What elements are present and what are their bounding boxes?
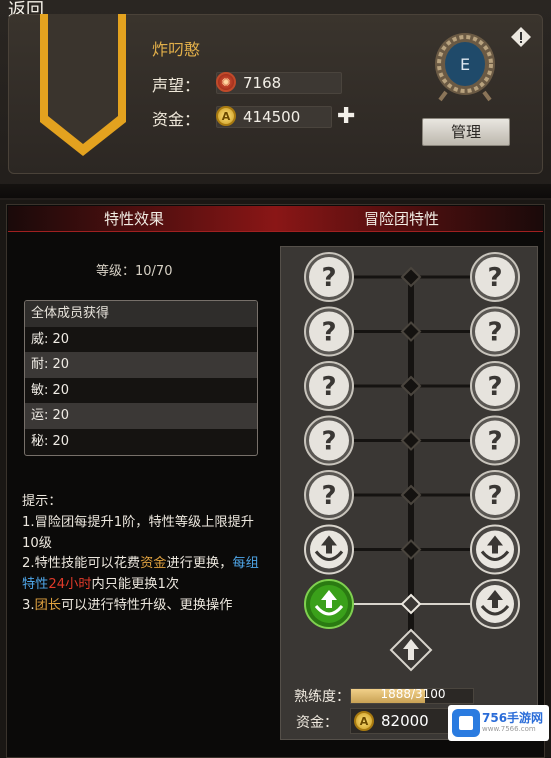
manage-button[interactable]: 管理 bbox=[422, 118, 510, 146]
bonus-row: 耐: 20 bbox=[25, 352, 257, 378]
add-funds-button[interactable]: ✚ bbox=[337, 104, 355, 129]
watermark-url: www.7566.com bbox=[482, 725, 536, 733]
tab-trait-effects: 特性效果 bbox=[104, 210, 165, 228]
proficiency-bar: 1888/3100 bbox=[350, 687, 474, 704]
bonus-row: 敏: 20 bbox=[31, 382, 70, 398]
tree-junction-icon bbox=[400, 430, 422, 451]
tips-text: 提示： 1.冒险团每提升1阶，特性等级上限提升10级 2.特性技能可以花费资金进… bbox=[22, 492, 262, 617]
svg-text:?: ? bbox=[321, 318, 336, 348]
gold-coin-icon: A bbox=[216, 106, 236, 126]
locked-trait-icon[interactable]: ? bbox=[470, 470, 520, 520]
bonus-row: 威: 20 bbox=[31, 331, 70, 347]
tree-funds-label: 资金： bbox=[296, 715, 338, 731]
upgrade-trait-icon[interactable] bbox=[470, 579, 520, 629]
bonus-list-header: 全体成员获得 bbox=[25, 301, 257, 327]
tree-junction-icon bbox=[400, 321, 422, 342]
locked-trait-icon[interactable]: ? bbox=[470, 415, 520, 466]
proficiency-label: 熟练度： bbox=[294, 689, 350, 705]
tree-junction-icon bbox=[400, 266, 422, 288]
upgrade-trait-icon[interactable] bbox=[304, 579, 354, 629]
svg-text:?: ? bbox=[487, 318, 502, 348]
locked-trait-icon[interactable]: ? bbox=[304, 306, 354, 357]
header-bar bbox=[8, 206, 543, 232]
svg-text:?: ? bbox=[487, 427, 502, 457]
tree-junction-icon bbox=[400, 375, 422, 397]
guild-banner-icon bbox=[40, 14, 126, 156]
svg-text:?: ? bbox=[487, 481, 502, 511]
guild-emblem-icon[interactable]: E bbox=[432, 30, 498, 102]
locked-trait-icon[interactable]: ? bbox=[304, 415, 354, 466]
reputation-icon: ✺ bbox=[216, 72, 236, 92]
locked-trait-icon[interactable]: ? bbox=[304, 470, 354, 520]
locked-trait-icon[interactable]: ? bbox=[304, 361, 354, 411]
reputation-label: 声望： bbox=[152, 76, 201, 95]
watermark-logo: 756手游网 www.7566.com bbox=[448, 705, 549, 741]
tree-junction-icon bbox=[400, 484, 422, 506]
upgrade-trait-icon[interactable] bbox=[304, 524, 354, 575]
tree-junction-icon bbox=[400, 593, 422, 615]
tips-title: 提示： bbox=[22, 494, 62, 509]
svg-text:?: ? bbox=[321, 372, 336, 402]
funds-label: 资金： bbox=[152, 110, 201, 129]
emblem-letter: E bbox=[460, 55, 470, 74]
bonus-row: 秘: 20 bbox=[31, 433, 70, 449]
svg-text:?: ? bbox=[321, 481, 336, 511]
tree-junction-icon bbox=[400, 539, 422, 560]
section-divider bbox=[0, 184, 551, 198]
watermark-icon bbox=[452, 709, 480, 737]
locked-trait-icon[interactable]: ? bbox=[470, 252, 520, 302]
gold-coin-icon: A bbox=[354, 711, 374, 731]
svg-text:?: ? bbox=[321, 263, 336, 293]
svg-text:?: ? bbox=[487, 263, 502, 293]
svg-text:?: ? bbox=[321, 427, 336, 457]
tab-guild-traits: 冒险团特性 bbox=[364, 210, 440, 228]
upgrade-trait-icon[interactable] bbox=[470, 524, 520, 575]
locked-trait-icon[interactable]: ? bbox=[470, 306, 520, 357]
trait-tree: ?????????? bbox=[304, 252, 520, 672]
locked-trait-icon[interactable]: ? bbox=[304, 252, 354, 302]
tip-line-2: 2.特性技能可以花费资金进行更换，每组特性24小时内只能更换1次 bbox=[22, 556, 259, 593]
trait-level: 等级：10/70 bbox=[96, 264, 173, 279]
bonus-list: 全体成员获得 威: 20 耐: 20 敏: 20 运: 20 秘: 20 bbox=[24, 300, 258, 456]
trait-tree-panel: ?????????? bbox=[280, 246, 538, 740]
tip-line-1: 1.冒险团每提升1阶，特性等级上限提升10级 bbox=[22, 514, 254, 551]
bonus-row: 运: 20 bbox=[25, 403, 257, 429]
guild-name: 炸叼憨 bbox=[152, 40, 201, 59]
locked-trait-icon[interactable]: ? bbox=[470, 361, 520, 411]
warning-icon[interactable] bbox=[510, 26, 532, 48]
svg-text:?: ? bbox=[487, 372, 502, 402]
proficiency-text: 1888/3100 bbox=[380, 687, 446, 701]
tip-line-3: 3.团长可以进行特性升级、更换操作 bbox=[22, 597, 233, 613]
watermark-brand: 756手游网 bbox=[482, 711, 544, 725]
